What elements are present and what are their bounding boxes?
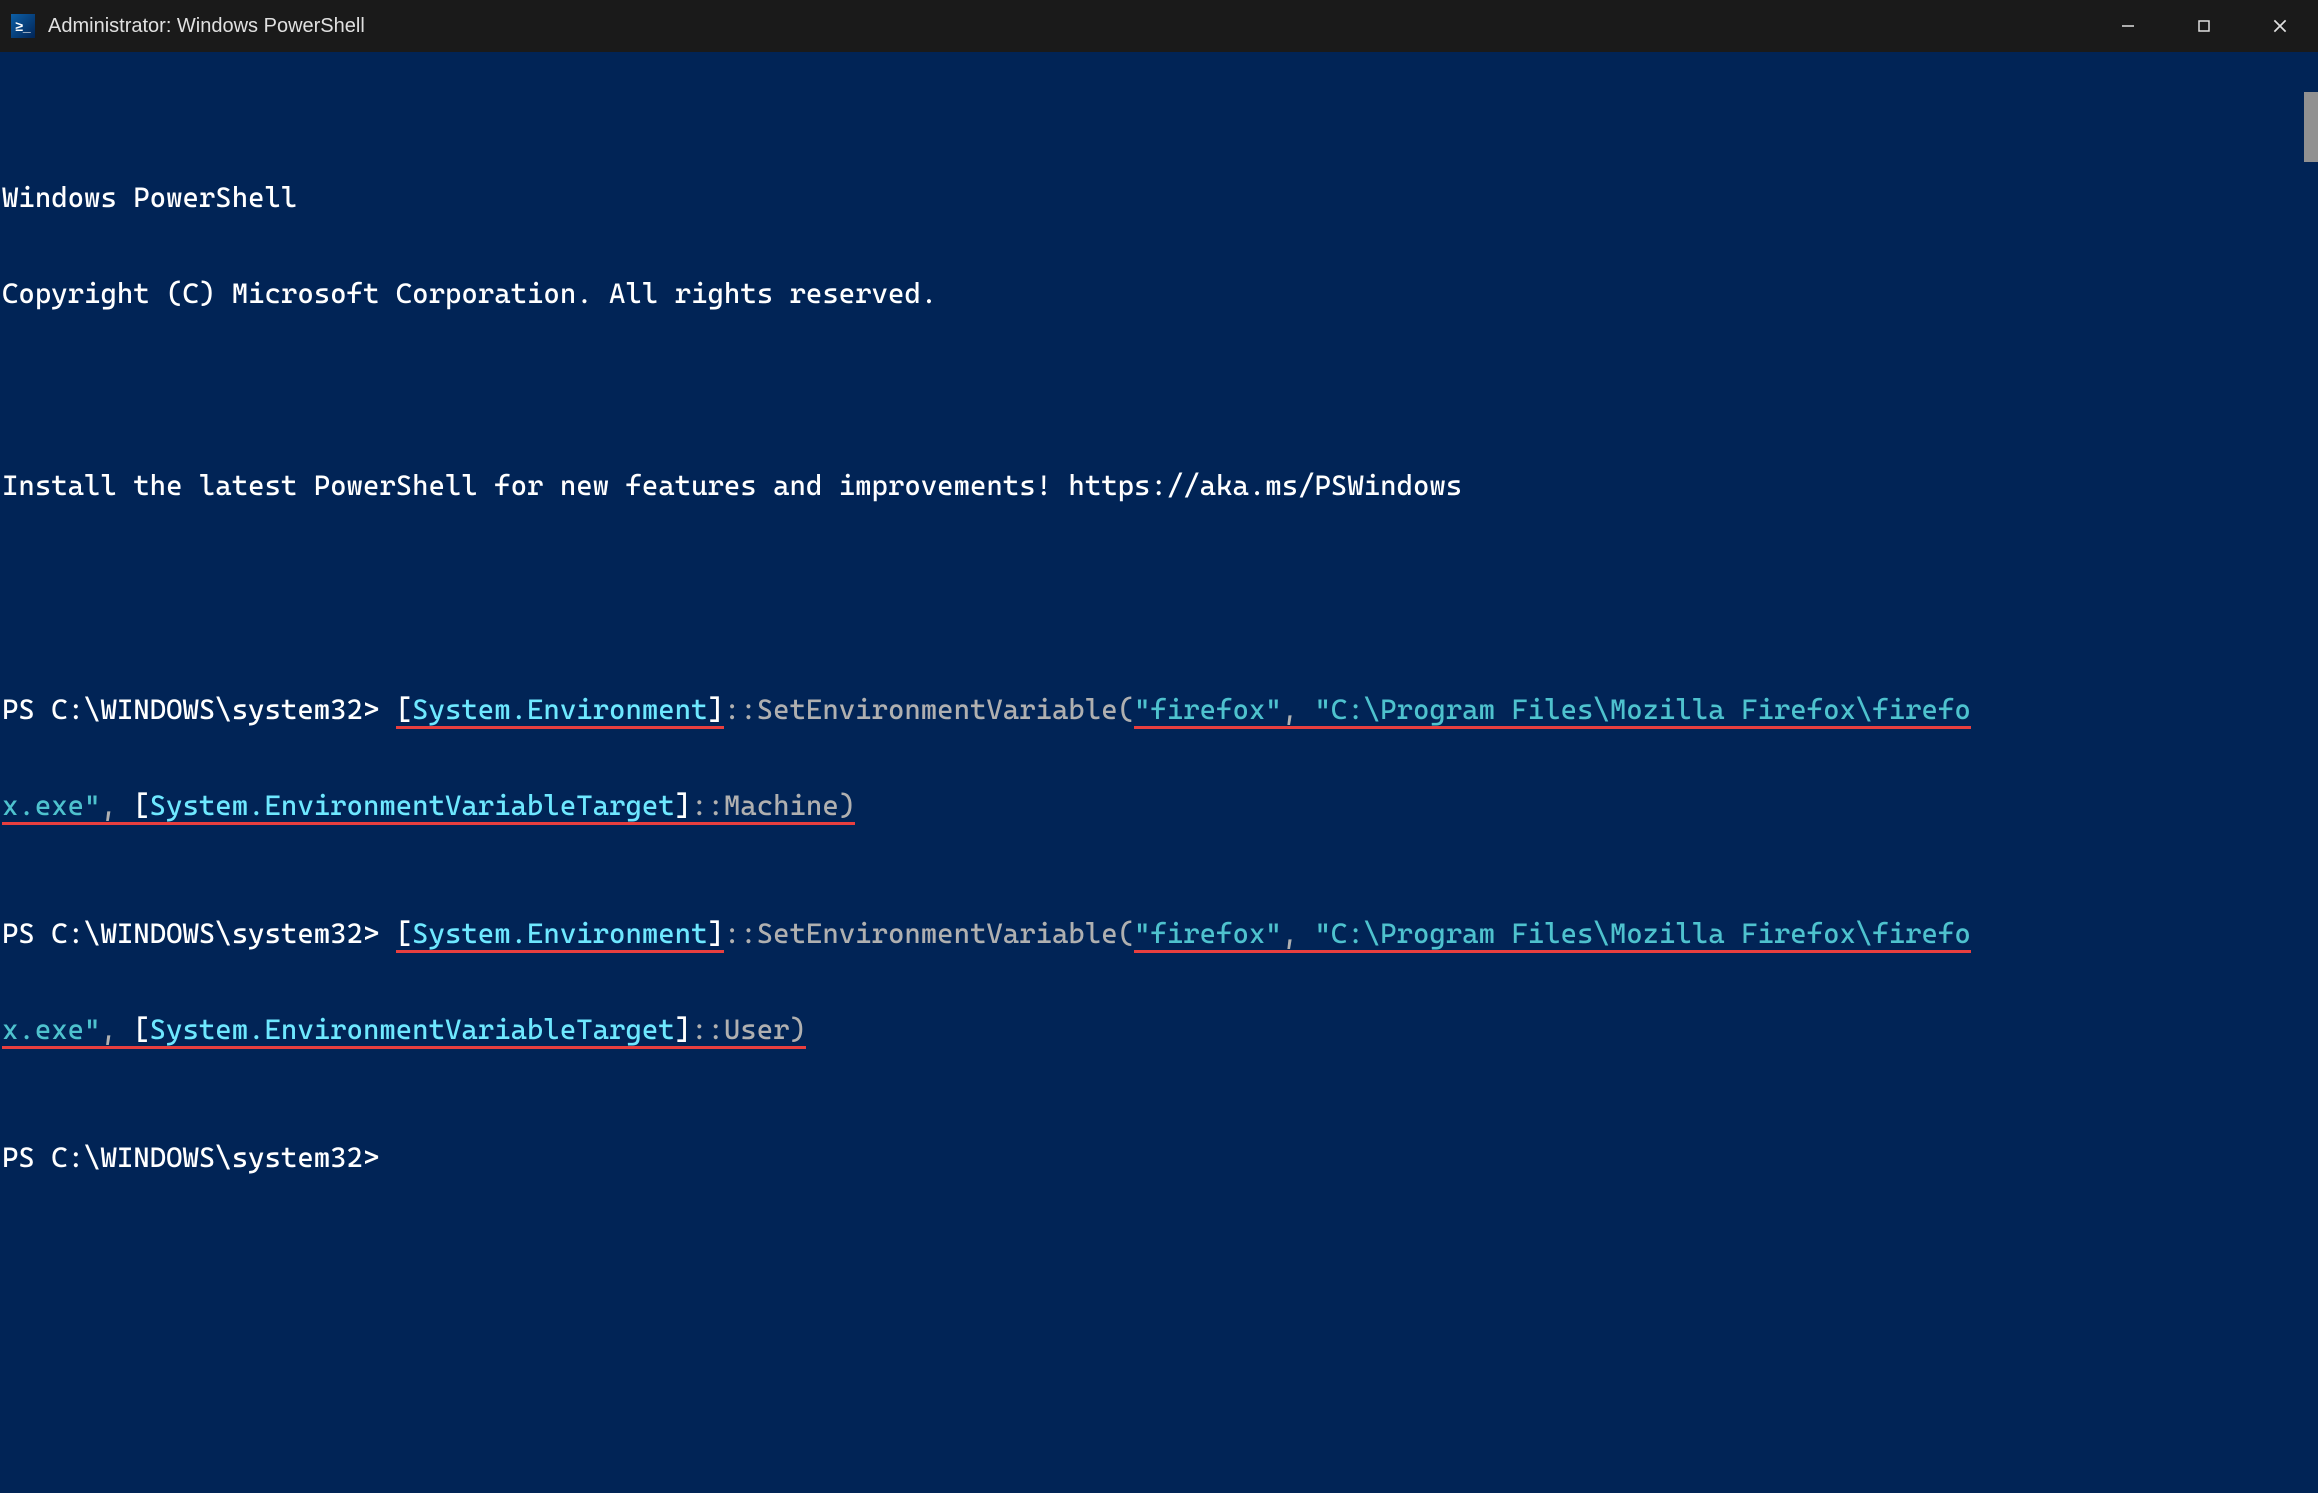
window-controls <box>2090 0 2318 52</box>
bracket: ] <box>675 789 691 822</box>
string-arg: "C:\Program Files\Mozilla Firefox\firefo <box>1315 693 1971 726</box>
install-hint: Install the latest PowerShell for new fe… <box>2 470 2318 502</box>
comma: , <box>1282 917 1315 950</box>
bracket: ] <box>675 1013 691 1046</box>
command-line-2b: x.exe", [System.EnvironmentVariableTarge… <box>2 1014 2318 1046</box>
prompt: PS C:\WINDOWS\system32> <box>2 917 396 950</box>
bracket: ] <box>707 693 723 726</box>
bracket: [ <box>396 917 412 950</box>
terminal-area[interactable]: Windows PowerShell Copyright (C) Microso… <box>0 52 2318 1493</box>
minimize-icon <box>2120 18 2136 34</box>
string-arg: "firefox" <box>1134 693 1282 726</box>
comma: , <box>100 789 133 822</box>
bracket: [ <box>133 789 149 822</box>
command-line-1a: PS C:\WINDOWS\system32> [System.Environm… <box>2 694 2318 726</box>
comma: , <box>1282 693 1315 726</box>
string-arg: x.exe" <box>2 789 100 822</box>
bracket: [ <box>396 693 412 726</box>
minimize-button[interactable] <box>2090 0 2166 52</box>
powershell-window: ≥_ Administrator: Windows PowerShell Win… <box>0 0 2318 1493</box>
blank-line <box>2 374 2318 406</box>
banner-line: Windows PowerShell <box>2 182 2318 214</box>
close-button[interactable] <box>2242 0 2318 52</box>
type-name: System.EnvironmentVariableTarget <box>150 1013 675 1046</box>
terminal-content: Windows PowerShell Copyright (C) Microso… <box>2 118 2318 1238</box>
type-name: System.Environment <box>412 693 707 726</box>
command-line-1b: x.exe", [System.EnvironmentVariableTarge… <box>2 790 2318 822</box>
scrollbar-thumb[interactable] <box>2304 92 2318 162</box>
method-call: ::SetEnvironmentVariable( <box>724 917 1134 950</box>
blank-line <box>2 566 2318 598</box>
close-icon <box>2271 17 2289 35</box>
scope: ::Machine) <box>691 789 855 822</box>
string-arg: x.exe" <box>2 1013 100 1046</box>
window-title: Administrator: Windows PowerShell <box>48 15 2090 38</box>
prompt: PS C:\WINDOWS\system32> <box>2 693 396 726</box>
banner-line: Copyright (C) Microsoft Corporation. All… <box>2 278 2318 310</box>
command-line-2a: PS C:\WINDOWS\system32> [System.Environm… <box>2 918 2318 950</box>
bracket: [ <box>133 1013 149 1046</box>
type-name: System.EnvironmentVariableTarget <box>150 789 675 822</box>
powershell-icon: ≥_ <box>10 13 36 39</box>
scope: ::User) <box>691 1013 806 1046</box>
method-call: ::SetEnvironmentVariable( <box>724 693 1134 726</box>
type-name: System.Environment <box>412 917 707 950</box>
bracket: ] <box>707 917 723 950</box>
string-arg: "firefox" <box>1134 917 1282 950</box>
prompt-line: PS C:\WINDOWS\system32> <box>2 1142 2318 1174</box>
maximize-icon <box>2196 18 2212 34</box>
string-arg: "C:\Program Files\Mozilla Firefox\firefo <box>1315 917 1971 950</box>
prompt: PS C:\WINDOWS\system32> <box>2 1141 396 1174</box>
titlebar[interactable]: ≥_ Administrator: Windows PowerShell <box>0 0 2318 52</box>
scrollbar[interactable] <box>2296 52 2318 1493</box>
maximize-button[interactable] <box>2166 0 2242 52</box>
comma: , <box>100 1013 133 1046</box>
